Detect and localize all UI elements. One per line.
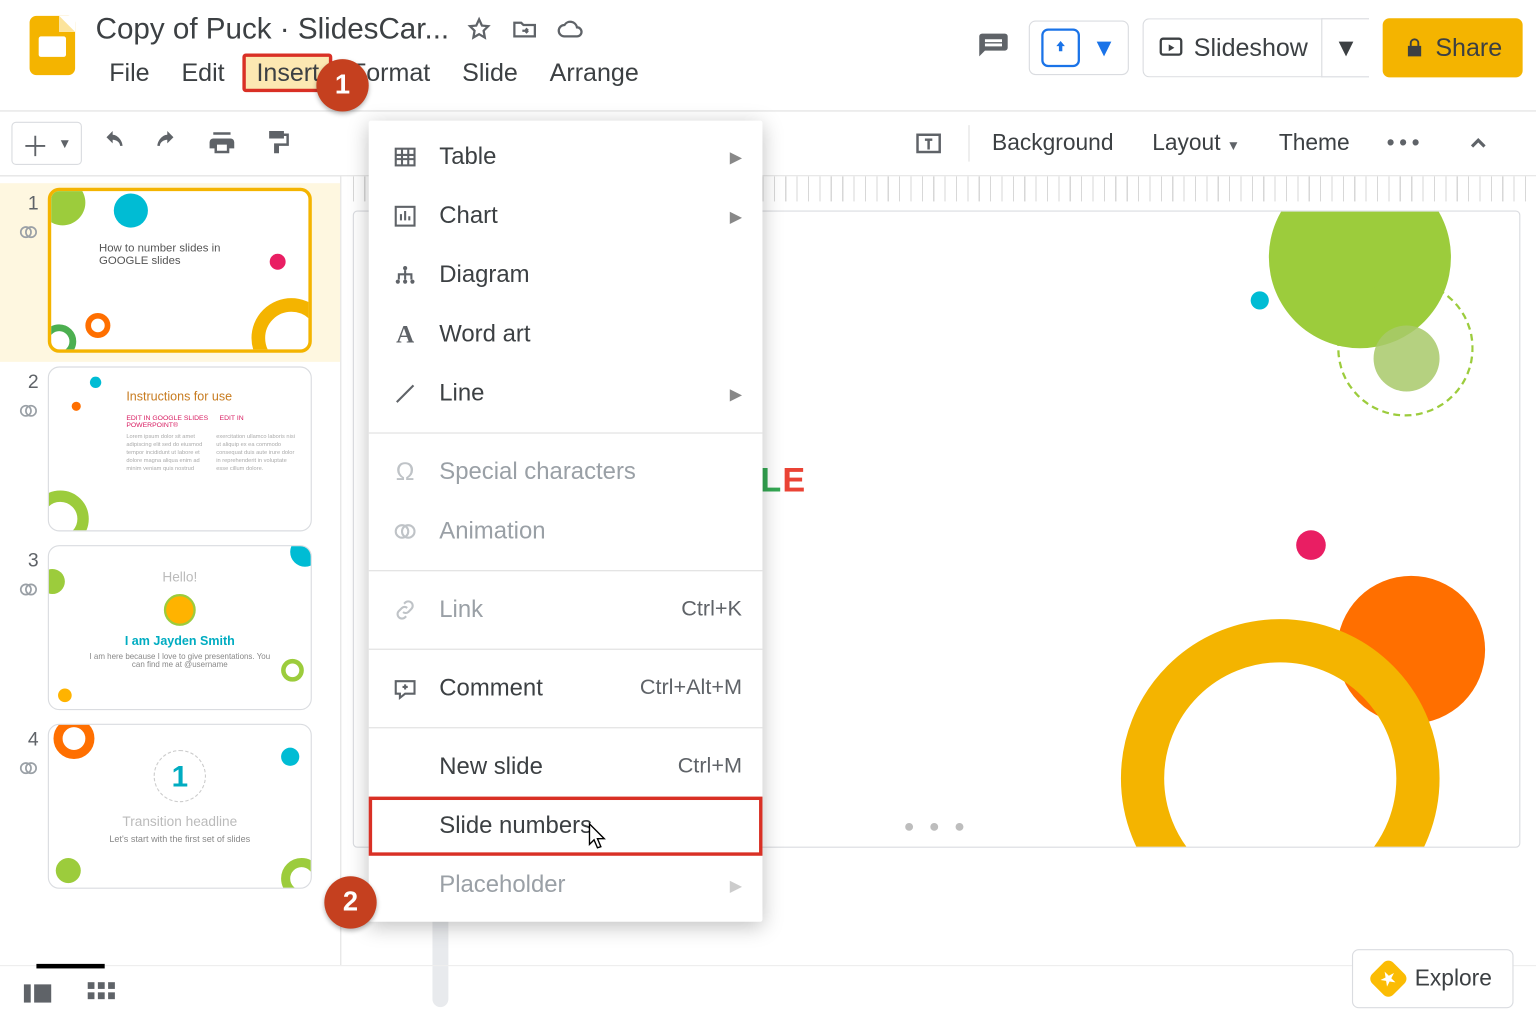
move-to-folder-icon[interactable] [508, 13, 540, 45]
animation-indicator-icon [18, 401, 38, 421]
undo-button[interactable] [89, 119, 137, 167]
animation-icon [389, 519, 421, 544]
insert-new-slide[interactable]: New slideCtrl+M [369, 737, 763, 796]
collapse-toolbar-button[interactable] [1454, 119, 1502, 167]
thumb4-sub: Let's start with the first set of slides [49, 834, 311, 844]
toolbar: ＋ ▼ Background Layout ▼ Theme ••• [0, 110, 1536, 176]
link-icon [389, 597, 421, 622]
menu-bar: File Edit Insert Format Slide Arrange [96, 53, 973, 92]
comment-icon [389, 676, 421, 701]
share-label: Share [1435, 33, 1502, 63]
star-icon[interactable] [463, 13, 495, 45]
insert-placeholder: Placeholder▶ [369, 856, 763, 915]
slideshow-button[interactable]: Slideshow [1143, 18, 1322, 77]
animation-indicator-icon [18, 222, 38, 242]
thumb3-sub: I am here because I love to give present… [83, 653, 276, 669]
slideshow-label: Slideshow [1194, 33, 1308, 63]
slideshow-dropdown[interactable]: ▼ [1322, 18, 1370, 77]
annotation-badge-1: 1 [316, 59, 368, 111]
app-header: Copy of Puck · SlidesCar... File Edit In… [0, 0, 1536, 110]
thumb4-title: Transition headline [49, 814, 311, 830]
menu-arrange[interactable]: Arrange [536, 53, 652, 92]
insert-line[interactable]: Line▶ [369, 364, 763, 423]
slide-thumbnail-1[interactable]: How to number slides in GOOGLE slides [48, 188, 312, 353]
insert-slide-numbers[interactable]: Slide numbers [369, 797, 763, 856]
line-icon [389, 381, 421, 406]
comments-icon[interactable] [972, 26, 1015, 69]
paint-format-button[interactable] [253, 119, 301, 167]
slide-thumbnail-3[interactable]: Hello! I am Jayden Smith I am here becau… [48, 545, 312, 710]
theme-button[interactable]: Theme [1272, 130, 1356, 156]
dropdown-arrow-icon: ▼ [1092, 33, 1117, 63]
toolbar-divider [968, 125, 969, 161]
menu-slide[interactable]: Slide [448, 53, 531, 92]
present-upload-button[interactable]: ▼ [1029, 20, 1129, 75]
menu-edit[interactable]: Edit [168, 53, 238, 92]
slide-number: 1 [9, 188, 39, 215]
cursor-icon [587, 822, 610, 852]
insert-comment[interactable]: CommentCtrl+Alt+M [369, 659, 763, 718]
thumb3-name: I am Jayden Smith [49, 635, 311, 649]
thumb2-title: Instructions for use [126, 390, 232, 404]
textbox-button[interactable] [904, 119, 952, 167]
insert-chart[interactable]: Chart▶ [369, 187, 763, 246]
document-title[interactable]: Copy of Puck · SlidesCar... [96, 11, 450, 46]
slide-number: 2 [9, 366, 39, 393]
share-button[interactable]: Share [1383, 18, 1523, 77]
slides-app-icon[interactable] [20, 16, 84, 80]
cloud-status-icon[interactable] [554, 13, 586, 45]
present-box-icon [1042, 28, 1081, 67]
grid-view-button[interactable] [86, 983, 116, 1003]
background-button[interactable]: Background [985, 130, 1120, 156]
wordart-icon: A [389, 320, 421, 350]
insert-menu-dropdown: Table▶ Chart▶ Diagram A Word art Line▶ Ω… [369, 121, 763, 922]
insert-table[interactable]: Table▶ [369, 127, 763, 186]
insert-link: LinkCtrl+K [369, 580, 763, 639]
table-icon [389, 145, 421, 170]
more-options-button[interactable]: ••• [1382, 119, 1430, 167]
filmstrip-view-button[interactable] [23, 983, 53, 1003]
animation-indicator-icon [18, 758, 38, 778]
thumb4-number: 1 [154, 750, 206, 802]
insert-wordart[interactable]: A Word art [369, 305, 763, 364]
slide-thumbnail-4[interactable]: 1 Transition headline Let's start with t… [48, 724, 312, 889]
bottom-bar [0, 965, 1536, 1020]
insert-special-characters: Ω Special characters [369, 443, 763, 502]
diagram-icon [389, 263, 421, 288]
speaker-notes-handle[interactable]: ● ● ● [904, 817, 970, 837]
slide-panel[interactable]: 1 How to number slides in GOOGLE slides [0, 176, 341, 965]
slide-thumbnail-2[interactable]: Instructions for use EDIT IN GOOGLE SLID… [48, 366, 312, 531]
redo-button[interactable] [143, 119, 191, 167]
slide-number: 3 [9, 545, 39, 572]
explore-icon [1368, 958, 1410, 1000]
omega-icon: Ω [389, 457, 421, 487]
slide-number: 4 [9, 724, 39, 751]
new-slide-button[interactable]: ＋ ▼ [11, 122, 81, 165]
thumb1-text: How to number slides in GOOGLE slides [99, 242, 236, 267]
animation-indicator-icon [18, 579, 38, 599]
layout-button[interactable]: Layout ▼ [1145, 130, 1247, 156]
print-button[interactable] [198, 119, 246, 167]
annotation-badge-2: 2 [324, 876, 376, 928]
insert-animation: Animation [369, 502, 763, 561]
chart-icon [389, 204, 421, 229]
main-area: 1 How to number slides in GOOGLE slides [0, 176, 1536, 965]
explore-label: Explore [1415, 966, 1492, 992]
thumb3-hello: Hello! [49, 569, 311, 585]
menu-file[interactable]: File [96, 53, 164, 92]
explore-button[interactable]: Explore [1352, 949, 1513, 1008]
insert-diagram[interactable]: Diagram [369, 246, 763, 305]
